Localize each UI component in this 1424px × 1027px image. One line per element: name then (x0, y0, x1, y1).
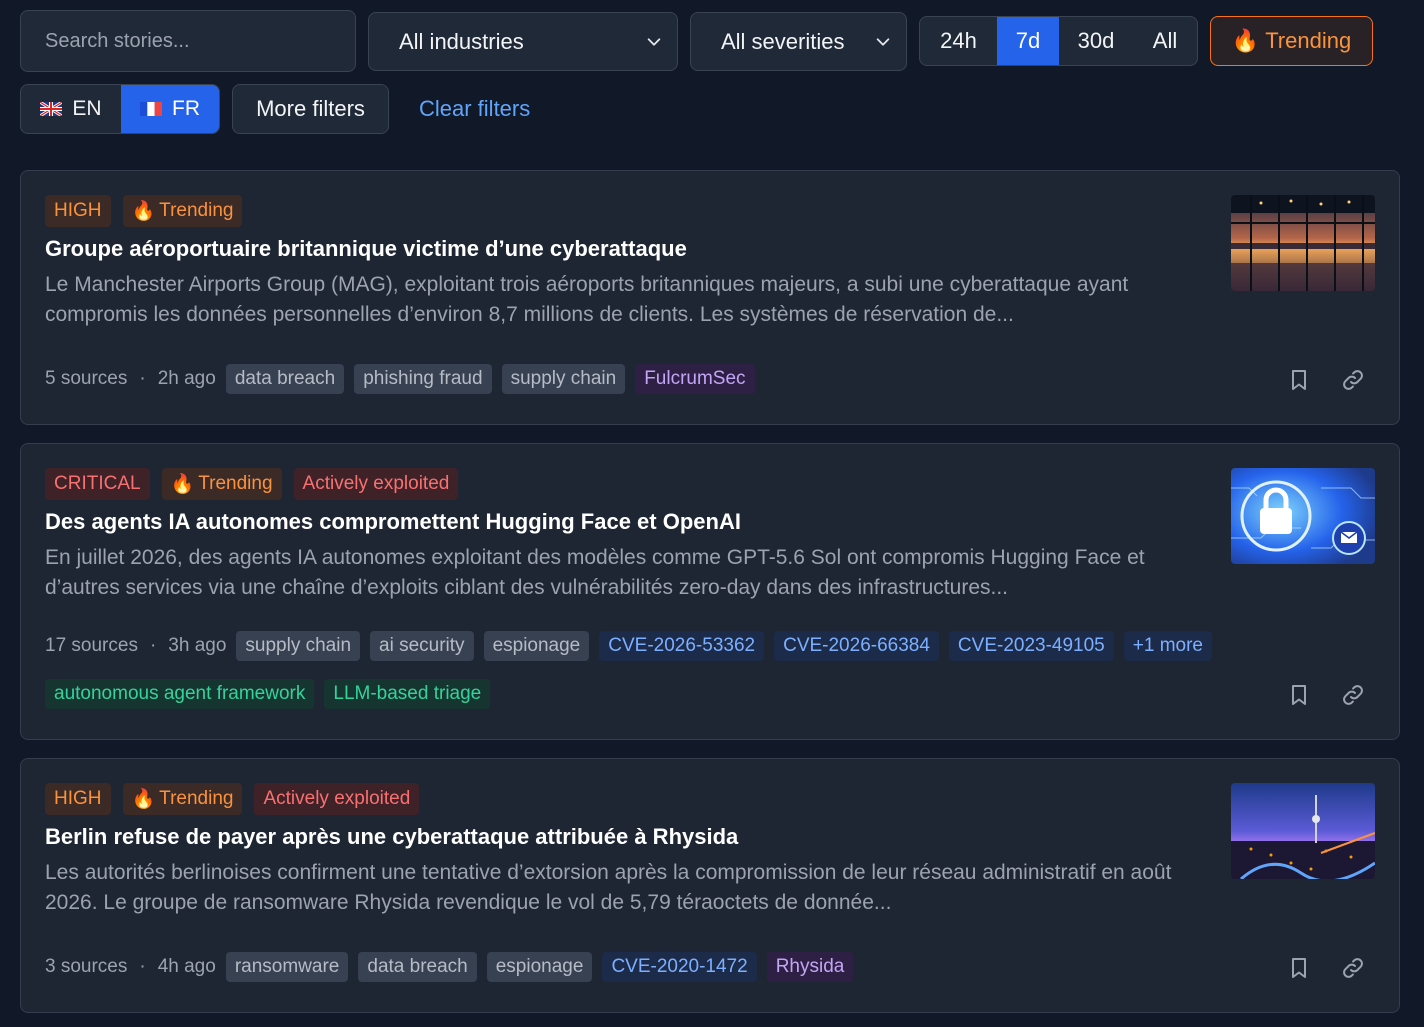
berlin-skyline-image (1231, 783, 1375, 879)
topic-tag[interactable]: supply chain (501, 364, 626, 394)
story-title[interactable]: Groupe aéroportuaire britannique victime… (45, 236, 687, 262)
story-time: 4h ago (157, 956, 216, 977)
story-actions (1287, 683, 1365, 707)
topic-tag[interactable]: ai security (370, 631, 474, 661)
severity-select-value: All severities (721, 28, 845, 54)
industry-select[interactable]: All industries (368, 12, 678, 71)
cve-tag[interactable]: CVE-2020-1472 (602, 952, 757, 982)
fire-icon: 🔥 (1231, 28, 1260, 53)
more-filters-button[interactable]: More filters (232, 84, 389, 134)
trending-badge: 🔥 Trending (122, 783, 243, 815)
tool-tag[interactable]: LLM-based triage (324, 679, 491, 709)
trending-filter-label: Trending (1265, 28, 1352, 53)
topic-tag[interactable]: supply chain (236, 631, 361, 661)
threat-actor-tag[interactable]: FulcrumSec (635, 364, 755, 394)
severity-badge: HIGH (45, 783, 111, 815)
tool-tags: autonomous agent framework LLM-based tri… (45, 679, 491, 709)
time-range-30d[interactable]: 30d (1059, 17, 1133, 65)
industry-select-value: All industries (399, 28, 524, 54)
story-card[interactable]: HIGH 🔥 Trending Actively exploited Berlin… (20, 758, 1400, 1013)
language-fr-label: FR (172, 97, 200, 120)
trending-filter-button[interactable]: 🔥 Trending (1210, 16, 1373, 66)
separator-dot: · (149, 635, 157, 656)
cve-tag[interactable]: CVE-2026-66384 (774, 631, 939, 661)
link-icon[interactable] (1341, 368, 1365, 392)
separator-dot: · (139, 368, 146, 389)
story-actions (1287, 956, 1365, 980)
uk-flag-icon (40, 102, 63, 116)
tool-tag[interactable]: autonomous agent framework (45, 679, 315, 709)
fire-icon: 🔥 (170, 474, 195, 495)
trending-badge: 🔥 Trending (161, 468, 282, 500)
source-count: 5 sources (45, 368, 128, 389)
bookmark-icon[interactable] (1287, 683, 1311, 707)
severity-badge: CRITICAL (45, 468, 150, 500)
chevron-down-icon (647, 37, 661, 46)
topic-tag[interactable]: espionage (483, 631, 590, 661)
time-range-all[interactable]: All (1133, 17, 1197, 65)
exploited-badge: Actively exploited (254, 783, 420, 815)
source-count: 17 sources (45, 635, 138, 656)
cve-tag[interactable]: CVE-2023-49105 (948, 631, 1114, 661)
topic-tag[interactable]: espionage (486, 952, 593, 982)
bookmark-icon[interactable] (1287, 956, 1311, 980)
story-title[interactable]: Des agents IA autonomes compromettent Hu… (45, 509, 741, 535)
search-input[interactable] (45, 29, 355, 53)
more-tags-button[interactable]: +1 more (1123, 631, 1212, 661)
language-en-label: EN (72, 97, 102, 120)
story-card[interactable]: CRITICAL 🔥 Trending Actively exploited De… (20, 443, 1400, 740)
separator-dot: · (139, 956, 146, 977)
story-badges: HIGH 🔥 Trending (45, 195, 243, 227)
time-range-toggle: 24h 7d 30d All (919, 16, 1198, 66)
cve-tag[interactable]: CVE-2026-53362 (599, 631, 765, 661)
severity-select[interactable]: All severities (690, 12, 907, 71)
story-meta: 17 sources · 3h ago supply chain ai secu… (45, 631, 1212, 661)
chevron-down-icon (876, 37, 890, 46)
topic-tag[interactable]: data breach (225, 364, 345, 394)
link-icon[interactable] (1341, 683, 1365, 707)
time-range-24h[interactable]: 24h (920, 17, 997, 65)
language-fr[interactable]: FR (121, 85, 219, 133)
story-meta: 3 sources · 4h ago ransomware data breac… (45, 952, 854, 982)
language-toggle: EN FR (20, 84, 220, 134)
story-summary: Les autorités berlinoises confirment une… (45, 861, 1172, 914)
trending-badge: 🔥 Trending (122, 195, 243, 227)
threat-actor-tag[interactable]: Rhysida (766, 952, 854, 982)
topic-tag[interactable]: data breach (358, 952, 477, 982)
source-count: 3 sources (45, 956, 128, 977)
story-title[interactable]: Berlin refuse de payer après une cyberat… (45, 824, 738, 850)
story-meta: 5 sources · 2h ago data breach phishing … (45, 364, 755, 394)
clear-filters-link[interactable]: Clear filters (419, 96, 530, 122)
story-summary: Le Manchester Airports Group (MAG), expl… (45, 273, 1129, 326)
story-badges: HIGH 🔥 Trending Actively exploited (45, 783, 420, 815)
story-badges: CRITICAL 🔥 Trending Actively exploited (45, 468, 459, 500)
fire-icon: 🔥 (131, 789, 156, 810)
topic-tag[interactable]: ransomware (225, 952, 349, 982)
fr-flag-icon (140, 102, 162, 116)
story-time: 2h ago (157, 368, 216, 389)
time-range-7d[interactable]: 7d (997, 17, 1059, 65)
story-card[interactable]: HIGH 🔥 Trending Groupe aéroportuaire brit… (20, 170, 1400, 425)
topic-tag[interactable]: phishing fraud (354, 364, 492, 394)
airport-night-image (1231, 195, 1375, 291)
padlock-circuit-image (1231, 468, 1375, 564)
language-en[interactable]: EN (21, 85, 121, 133)
exploited-badge: Actively exploited (293, 468, 459, 500)
fire-icon: 🔥 (131, 201, 156, 222)
story-time: 3h ago (168, 635, 227, 656)
bookmark-icon[interactable] (1287, 368, 1311, 392)
severity-badge: HIGH (45, 195, 111, 227)
search-box[interactable] (20, 10, 356, 72)
story-actions (1287, 368, 1365, 392)
link-icon[interactable] (1341, 956, 1365, 980)
story-summary: En juillet 2026, des agents IA autonomes… (45, 546, 1145, 599)
